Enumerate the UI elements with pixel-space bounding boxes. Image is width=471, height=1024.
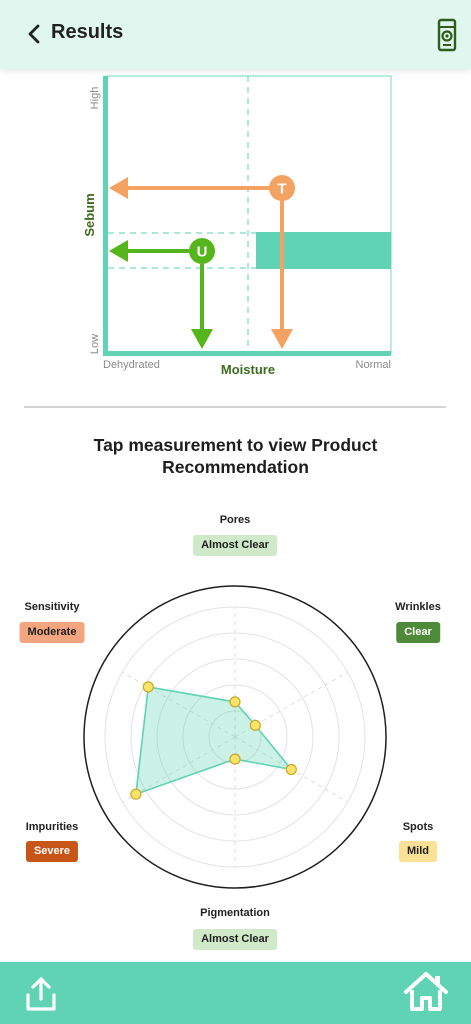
page-title: Results (51, 21, 124, 43)
skin-scanner-device-icon[interactable] (436, 18, 458, 52)
category-label-spots: Spots (402, 821, 434, 833)
category-label-impurities: Impurities (25, 821, 79, 833)
status-badge-spots[interactable]: Mild (399, 841, 437, 862)
radar-point-impurities[interactable] (130, 788, 142, 800)
y-high-label: High (89, 87, 101, 110)
radar-point-spots[interactable] (285, 763, 297, 776)
x-high-label: Normal (356, 359, 391, 371)
x-low-label: Dehydrated (103, 359, 160, 371)
category-label-wrinkles: Wrinkles (395, 601, 441, 613)
header-bar: Results (0, 0, 471, 69)
status-badge-sensitivity[interactable]: Moderate (19, 622, 85, 643)
status-badge-pigmentation[interactable]: Almost Clear (193, 929, 277, 950)
radar-data-area (134, 685, 294, 796)
radar-point-sensitivity[interactable] (142, 681, 154, 693)
skin-radar-chart (0, 510, 471, 960)
category-label-pores: Pores (219, 514, 251, 526)
home-icon[interactable] (403, 970, 449, 1012)
chevron-left-icon[interactable] (22, 20, 48, 48)
moisture-sebum-chart: T U High Low Sebum Dehydrated Normal Moi… (0, 70, 471, 390)
y-low-label: Low (89, 334, 101, 354)
plot-frame (106, 75, 392, 355)
status-badge-wrinkles[interactable]: Clear (396, 622, 440, 643)
recommendation-instruction: Tap measurement to view Product Recommen… (93, 435, 378, 477)
user-moisture-arrowhead (191, 329, 213, 349)
target-moisture-arrowhead (271, 329, 293, 349)
radar-point-pigmentation[interactable] (229, 753, 241, 765)
status-badge-pores[interactable]: Almost Clear (193, 535, 277, 556)
radar-point-wrinkles[interactable] (249, 719, 261, 731)
y-axis-title: Sebum (82, 193, 97, 236)
radar-point-pores[interactable] (229, 696, 241, 708)
status-badge-impurities[interactable]: Severe (25, 841, 79, 862)
target-sebum-arrowhead (109, 177, 128, 199)
category-label-sensitivity: Sensitivity (24, 601, 80, 613)
share-upload-icon[interactable] (23, 975, 59, 1013)
ideal-zone-band (256, 232, 391, 269)
bottom-bar (0, 962, 471, 1024)
user-sebum-arrowhead (109, 240, 128, 262)
target-marker-label: T (277, 181, 286, 198)
section-divider (24, 406, 446, 408)
category-label-pigmentation: Pigmentation (200, 907, 270, 919)
x-axis-title: Moisture (221, 362, 275, 377)
user-marker-label: U (197, 244, 208, 261)
